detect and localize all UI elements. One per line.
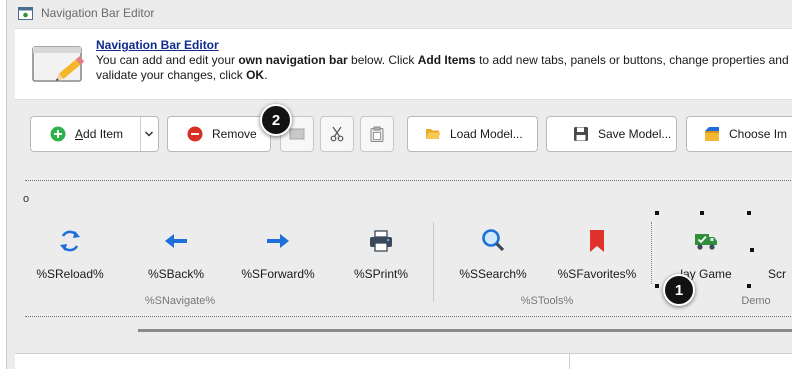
horizontal-scrollbar[interactable] (138, 329, 792, 332)
edge-label: o (23, 193, 30, 205)
title-bar: Navigation Bar Editor (7, 0, 792, 26)
nav-item-screen[interactable]: Scr (752, 208, 792, 278)
edit-pencil-illustration (32, 46, 85, 82)
nav-item-label: %SBack% (147, 267, 205, 281)
bottom-panes (15, 353, 792, 369)
selection-handle[interactable] (750, 248, 754, 252)
nav-item-label: Scr (768, 267, 786, 278)
nav-item-label: %SReload% (36, 267, 104, 281)
plus-circle-icon (50, 126, 66, 142)
top-dotted-separator (25, 180, 792, 181)
arrow-right-icon (267, 234, 289, 248)
arrow-left-icon (165, 234, 187, 248)
paste-button[interactable] (360, 116, 394, 152)
group-label-tools: %STools% (520, 295, 574, 307)
save-model-button[interactable]: Save Model... (546, 116, 677, 152)
search-icon (482, 229, 505, 252)
window-title: Navigation Bar Editor (41, 6, 155, 20)
navigation-bar-editor-window: Navigation Bar Editor Navigation Bar Edi… (6, 0, 792, 369)
nav-item-label: %SForward% (241, 267, 315, 281)
selection-handle[interactable] (655, 211, 659, 215)
folder-open-icon (426, 129, 441, 139)
choose-image-label: Choose Im (729, 127, 788, 141)
clipboard-icon (370, 126, 384, 142)
editor-header: Navigation Bar Editor You can add and ed… (15, 28, 792, 100)
header-title[interactable]: Navigation Bar Editor (96, 38, 219, 52)
navbar-editor-icon (18, 7, 33, 20)
nav-item-reload[interactable]: %SReload% (25, 208, 115, 281)
remove-button[interactable]: Remove (167, 116, 271, 152)
callout-marker-1: 1 (663, 274, 695, 306)
selection-handle[interactable] (700, 211, 704, 215)
add-item-button[interactable]: Add Item (30, 116, 159, 152)
bottom-dotted-separator (25, 316, 792, 317)
pane-divider[interactable] (569, 354, 570, 369)
cut-button[interactable] (320, 116, 354, 152)
printer-icon (370, 230, 392, 252)
add-item-label: Add Item (75, 127, 124, 141)
group-separator (433, 222, 434, 302)
nav-item-back[interactable]: %SBack% (131, 208, 221, 281)
chevron-down-icon[interactable] (144, 129, 154, 139)
nav-item-favorites[interactable]: %SFavorites% (552, 208, 642, 281)
nav-item-label: %SPrint% (353, 267, 409, 281)
group-label-demo: Demo (741, 295, 771, 307)
header-description: You can add and edit your own navigation… (96, 53, 792, 82)
remove-label: Remove (212, 127, 257, 141)
selection-handle[interactable] (747, 284, 751, 288)
group-label-navigate: %SNavigate% (144, 295, 216, 307)
selection-outline (651, 222, 652, 284)
delivery-truck-icon (695, 234, 717, 250)
move-icon (289, 128, 305, 140)
callout-marker-2: 2 (260, 104, 292, 136)
save-model-label: Save Model... (598, 127, 672, 141)
image-box-icon (705, 127, 719, 141)
nav-item-print[interactable]: %SPrint% (336, 208, 426, 281)
nav-item-play-game[interactable]: lay Game (661, 208, 751, 281)
nav-item-label: %SFavorites% (557, 267, 637, 281)
selection-handle[interactable] (747, 211, 751, 215)
selection-handle[interactable] (655, 284, 659, 288)
choose-image-button[interactable]: Choose Im (686, 116, 792, 152)
load-model-button[interactable]: Load Model... (407, 116, 538, 152)
bookmark-icon (590, 230, 604, 252)
nav-item-label: %SSearch% (459, 267, 527, 281)
nav-item-forward[interactable]: %SForward% (233, 208, 323, 281)
minus-circle-icon (187, 126, 203, 142)
add-item-separator (140, 117, 141, 151)
toolbar: Add Item Remove Load Model... Save Model… (7, 104, 792, 164)
load-model-label: Load Model... (450, 127, 523, 141)
scissors-icon (330, 126, 344, 142)
nav-item-search[interactable]: %SSearch% (448, 208, 538, 281)
floppy-disk-icon (574, 127, 588, 141)
reload-icon (60, 230, 80, 252)
